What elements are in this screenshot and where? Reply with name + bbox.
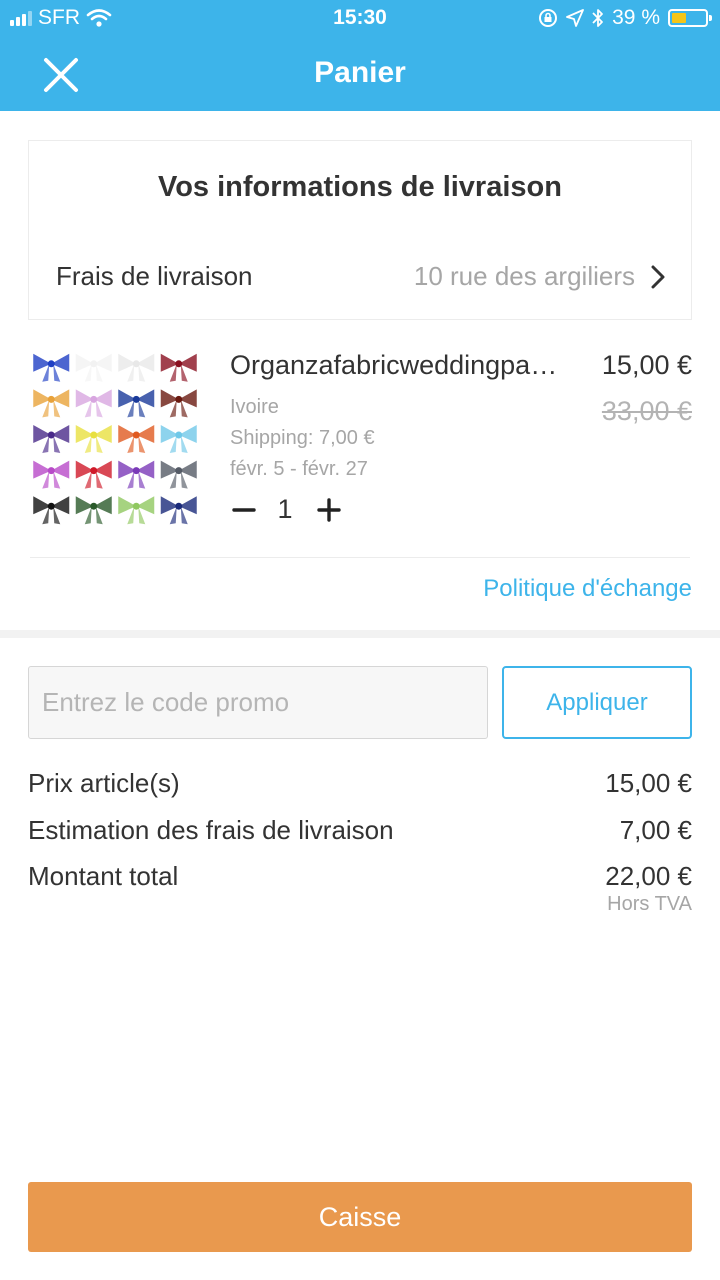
product-name[interactable]: Organzafabricweddingpa… [230, 350, 575, 381]
divider [30, 557, 690, 558]
bow-swatch [75, 496, 112, 525]
product-delivery-dates: févr. 5 - févr. 27 [230, 458, 368, 480]
app-header: SFR 15:30 39 % Panier [0, 0, 720, 111]
minus-icon[interactable] [232, 496, 256, 524]
bow-swatch [160, 460, 197, 489]
status-right: 39 % [538, 6, 712, 30]
items-price-value: 15,00 € [605, 768, 692, 798]
total-value: 22,00 € [605, 861, 692, 891]
status-bar: SFR 15:30 39 % [0, 0, 720, 36]
plus-icon[interactable] [316, 496, 342, 524]
promo-code-input[interactable] [28, 666, 488, 739]
checkout-button[interactable]: Caisse [28, 1182, 692, 1252]
bow-swatch [33, 389, 70, 418]
bow-swatch [33, 460, 70, 489]
delivery-info-card: Vos informations de livraison Frais de l… [28, 140, 692, 320]
bluetooth-icon [592, 9, 604, 27]
delivery-address-row[interactable]: Frais de livraison 10 rue des argiliers [29, 253, 691, 303]
bow-swatch [75, 460, 112, 489]
bow-swatch [33, 353, 70, 382]
bow-swatch [118, 353, 155, 382]
page-title: Panier [314, 56, 406, 89]
bow-swatch [118, 460, 155, 489]
bow-swatch [75, 353, 112, 382]
items-price-label: Prix article(s) [28, 768, 180, 798]
battery-percent: 39 % [612, 6, 660, 29]
bow-swatch [118, 496, 155, 525]
battery-icon [668, 9, 712, 27]
delivery-address: 10 rue des argiliers [413, 261, 635, 291]
section-separator [0, 630, 720, 638]
bow-swatch [160, 425, 197, 453]
chevron-right-icon [651, 265, 665, 289]
product-variant: Ivoire [230, 396, 279, 418]
product-image[interactable] [30, 348, 200, 526]
rotation-lock-icon [539, 9, 558, 27]
delivery-title: Vos informations de livraison [158, 171, 562, 203]
total-label: Montant total [28, 861, 179, 891]
bow-swatch [33, 496, 70, 525]
tax-note: Hors TVA [607, 893, 692, 915]
product-price: 15,00 € [601, 350, 692, 380]
bow-swatch [160, 496, 197, 525]
bow-swatch [160, 353, 197, 382]
shipping-estimate-value: 7,00 € [619, 815, 692, 845]
location-arrow-icon [566, 9, 585, 27]
bow-swatch [75, 389, 112, 418]
product-original-price: 33,00 € [601, 396, 692, 426]
product-shipping: Shipping: 7,00 € [230, 427, 375, 449]
shipping-estimate-label: Estimation des frais de livraison [28, 815, 394, 845]
quantity-value: 1 [277, 494, 293, 524]
bow-swatch [118, 389, 155, 418]
bow-swatch [118, 425, 155, 453]
exchange-policy-link[interactable]: Politique d'échange [483, 575, 692, 603]
bow-swatch [160, 389, 197, 418]
bow-swatch [75, 425, 112, 453]
delivery-label: Frais de livraison [56, 261, 253, 291]
bow-swatch [33, 425, 70, 453]
apply-promo-button[interactable]: Appliquer [502, 666, 692, 739]
